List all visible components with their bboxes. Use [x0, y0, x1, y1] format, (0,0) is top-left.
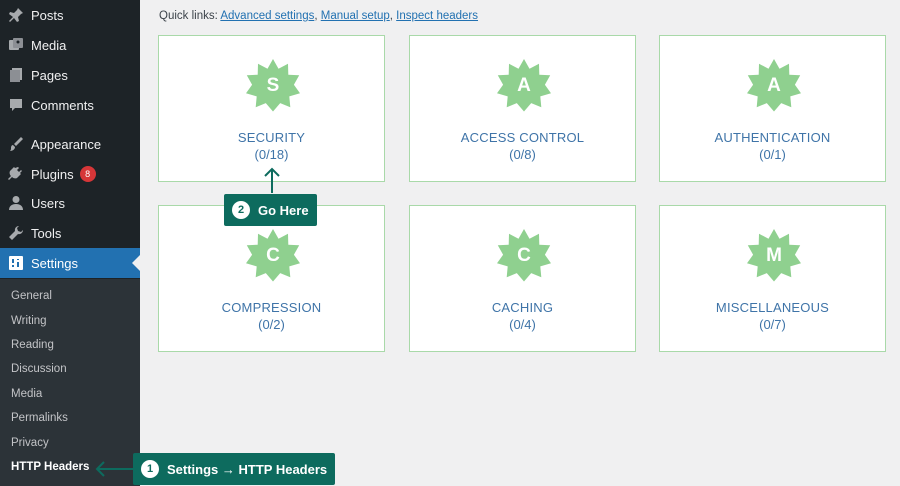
menu-label: Plugins: [31, 166, 74, 182]
card-count: (0/7): [759, 317, 786, 332]
card-miscellaneous[interactable]: M MISCELLANEOUS (0/7): [659, 205, 886, 352]
menu-label: Appearance: [31, 136, 102, 152]
menu-label: Pages: [31, 67, 68, 83]
media-icon: [8, 37, 24, 53]
card-title: ACCESS CONTROL: [460, 130, 585, 145]
submenu-discussion[interactable]: Discussion: [11, 363, 67, 375]
submenu-writing[interactable]: Writing: [11, 315, 47, 327]
menu-label: Comments: [31, 97, 94, 113]
callout-arrow-up: [264, 167, 280, 193]
brush-icon: [8, 136, 24, 152]
card-letter: A: [517, 75, 531, 96]
callout-text: Settings → HTTP Headers: [167, 461, 328, 477]
menu-label: Media: [31, 37, 67, 53]
submenu-permalinks[interactable]: Permalinks: [11, 412, 68, 424]
menu-item-appearance[interactable]: Appearance: [0, 129, 140, 159]
card-count: (0/18): [254, 147, 289, 162]
card-caching[interactable]: C CACHING (0/4): [409, 205, 636, 352]
comment-icon: [8, 97, 24, 113]
card-letter: M: [766, 245, 782, 266]
settings-icon: [8, 255, 24, 271]
card-title: CACHING: [491, 300, 554, 315]
card-access-control[interactable]: A ACCESS CONTROL (0/8): [409, 35, 636, 182]
card-security[interactable]: S SECURITY (0/18): [158, 35, 385, 182]
wrench-icon: [8, 225, 24, 241]
admin-sidebar: Posts Media Pages Comments Appearance Pl…: [0, 0, 140, 486]
callout-step-number: 2: [232, 201, 250, 219]
card-letter: S: [266, 75, 280, 96]
user-icon: [8, 195, 24, 211]
quick-links-prefix: Quick links:: [159, 10, 218, 22]
callout-go-here: 2 Go Here: [224, 194, 317, 226]
callout-arrow-left: [95, 461, 133, 477]
link-manual-setup[interactable]: Manual setup: [321, 10, 390, 22]
callout-step-number: 1: [141, 460, 159, 478]
menu-label: Posts: [31, 7, 64, 23]
submenu-general[interactable]: General: [11, 290, 52, 302]
card-letter: C: [517, 245, 531, 266]
card-count: (0/1): [759, 147, 786, 162]
submenu-http-headers[interactable]: HTTP Headers: [11, 461, 89, 473]
pages-icon: [8, 67, 24, 83]
card-title: COMPRESSION: [221, 300, 322, 315]
settings-submenu: General Writing Reading Discussion Media…: [0, 279, 140, 486]
callout-settings-path: 1 Settings → HTTP Headers: [133, 453, 336, 485]
card-letter: C: [266, 245, 280, 266]
card-compression[interactable]: C COMPRESSION (0/2): [158, 205, 385, 352]
menu-item-users[interactable]: Users: [0, 188, 140, 218]
menu-item-plugins[interactable]: Plugins 8: [0, 159, 140, 189]
submenu-privacy[interactable]: Privacy: [11, 437, 49, 449]
menu-item-tools[interactable]: Tools: [0, 218, 140, 248]
menu-label: Settings: [31, 255, 78, 271]
menu-item-posts[interactable]: Posts: [0, 0, 140, 30]
menu-item-settings[interactable]: Settings: [0, 248, 140, 278]
menu-label: Users: [31, 195, 65, 211]
card-count: (0/2): [258, 317, 285, 332]
quick-links: Quick links: Advanced settings, Manual s…: [159, 10, 479, 22]
menu-item-media[interactable]: Media: [0, 30, 140, 60]
card-authentication[interactable]: A AUTHENTICATION (0/1): [659, 35, 886, 182]
submenu-reading[interactable]: Reading: [11, 339, 54, 351]
card-title: MISCELLANEOUS: [715, 300, 830, 315]
submenu-media[interactable]: Media: [11, 388, 42, 400]
plug-icon: [8, 166, 24, 182]
link-inspect-headers[interactable]: Inspect headers: [396, 10, 478, 22]
link-advanced-settings[interactable]: Advanced settings: [220, 10, 314, 22]
card-letter: A: [767, 75, 781, 96]
plugins-update-badge: 8: [79, 166, 96, 182]
callout-text: Go Here: [258, 202, 309, 218]
card-title: SECURITY: [237, 130, 306, 145]
menu-label: Tools: [31, 225, 62, 241]
pin-icon: [8, 7, 24, 23]
card-count: (0/8): [509, 147, 536, 162]
card-count: (0/4): [509, 317, 536, 332]
menu-item-comments[interactable]: Comments: [0, 90, 140, 120]
menu-item-pages[interactable]: Pages: [0, 60, 140, 90]
card-title: AUTHENTICATION: [714, 130, 831, 145]
